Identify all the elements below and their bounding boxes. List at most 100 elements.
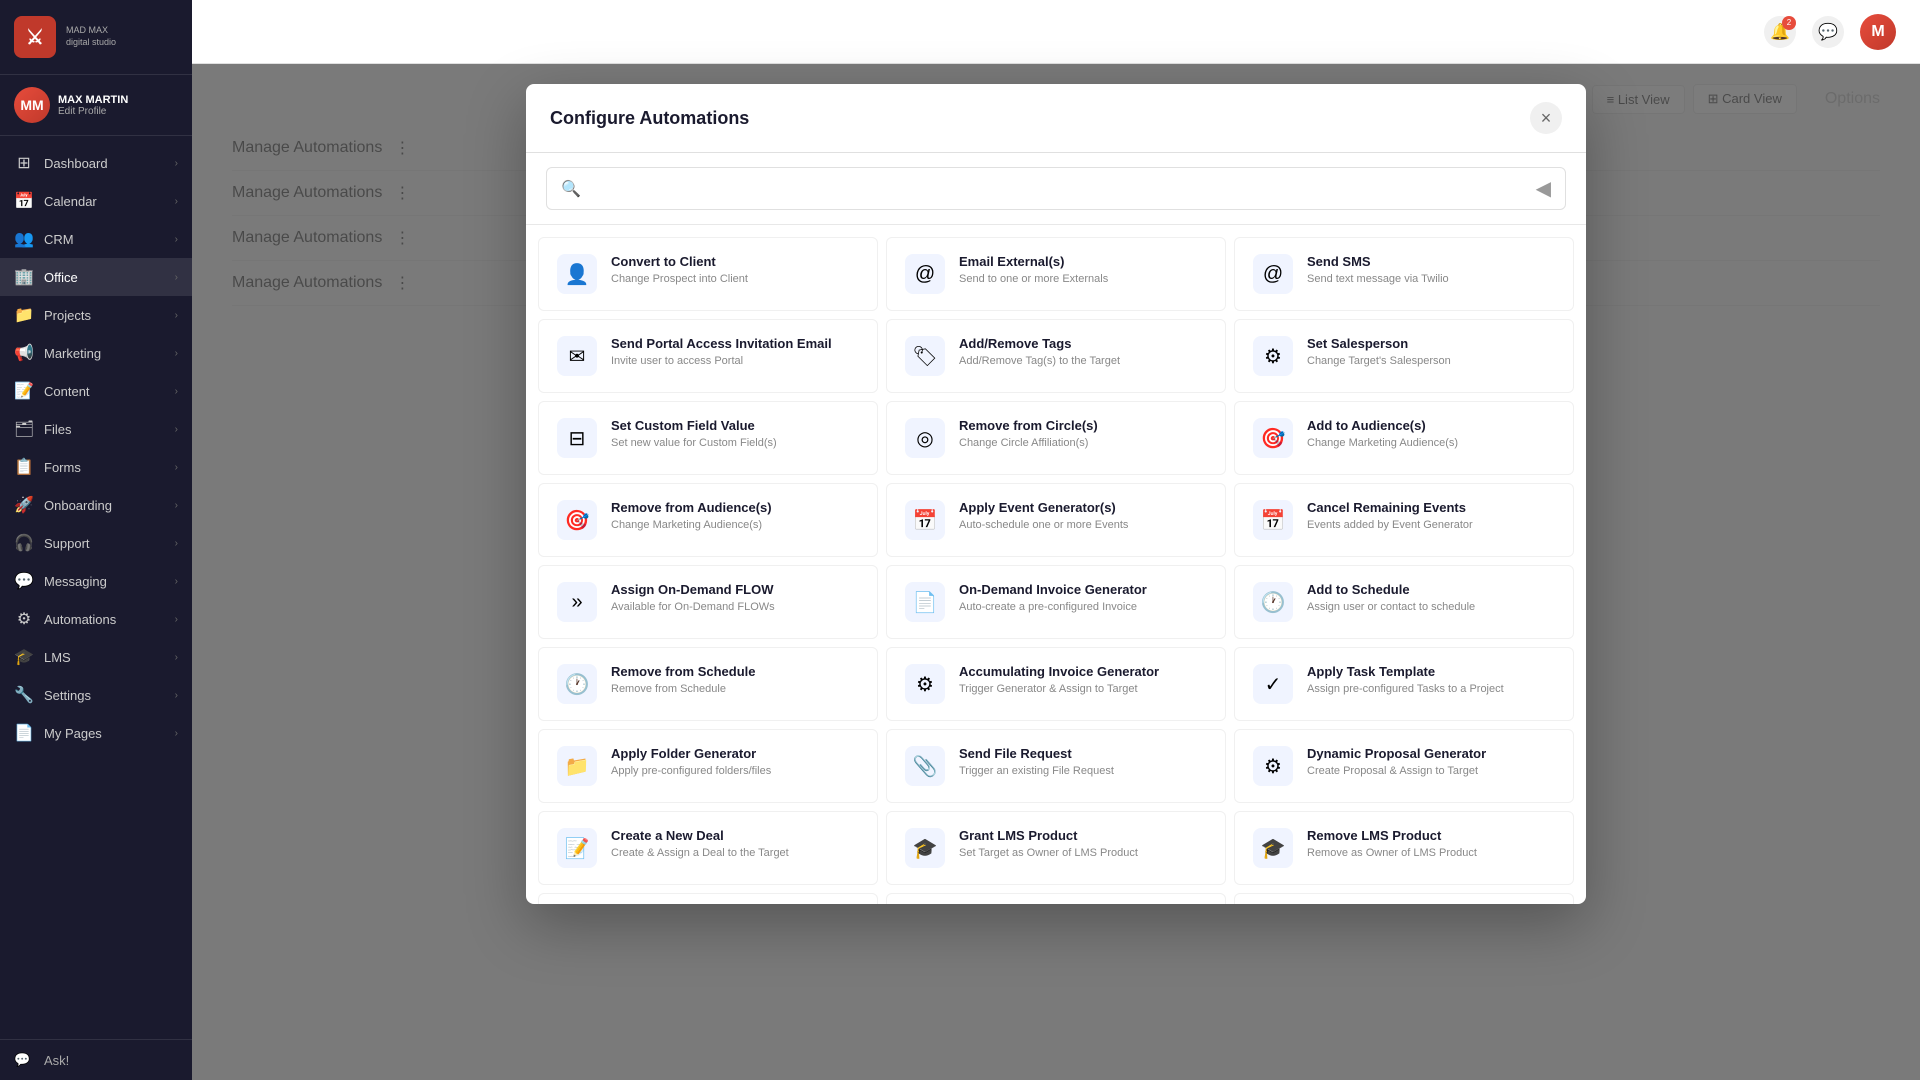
automation-card-add-to-schedule[interactable]: 🕐Add to ScheduleAssign user or contact t…	[1234, 565, 1574, 639]
automation-card-on-demand-invoice[interactable]: 📄On-Demand Invoice GeneratorAuto-create …	[886, 565, 1226, 639]
automation-card-assign-on-demand-flow[interactable]: »Assign On-Demand FLOWAvailable for On-D…	[538, 565, 878, 639]
automation-card-add-to-audiences[interactable]: 🎯Add to Audience(s)Change Marketing Audi…	[1234, 401, 1574, 475]
set-salesperson-description: Change Target's Salesperson	[1307, 354, 1451, 369]
automation-card-grant-lms-product[interactable]: 🎓Grant LMS ProductSet Target as Owner of…	[886, 811, 1226, 885]
add-to-schedule-title: Add to Schedule	[1307, 582, 1475, 597]
automations-grid: 👤Convert to ClientChange Prospect into C…	[526, 225, 1586, 904]
notification-button[interactable]: 🔔 2	[1764, 16, 1796, 48]
topbar: 🔔 2 💬 M	[192, 0, 1920, 64]
automation-card-add-remove-tags[interactable]: 🏷Add/Remove TagsAdd/Remove Tag(s) to the…	[886, 319, 1226, 393]
sidebar-item-office[interactable]: 🏢 Office ›	[0, 258, 192, 296]
automation-card-set-salesperson[interactable]: ⚙ Set Salesperson Change Target's Salesper…	[1234, 319, 1574, 393]
dynamic-proposal-title: Dynamic Proposal Generator	[1307, 746, 1486, 761]
add-to-schedule-description: Assign user or contact to schedule	[1307, 600, 1475, 615]
automations-label: Automations	[44, 612, 175, 627]
marketing-label: Marketing	[44, 346, 175, 361]
automation-card-email-externals[interactable]: @Email External(s)Send to one or more Ex…	[886, 237, 1226, 311]
automation-card-dynamic-proposal[interactable]: ⚙Dynamic Proposal GeneratorCreate Propos…	[1234, 729, 1574, 803]
dashboard-arrow: ›	[175, 158, 178, 169]
automation-card-send-sms[interactable]: @Send SMSSend text message via Twilio	[1234, 237, 1574, 311]
email-externals-text: Email External(s)Send to one or more Ext…	[959, 254, 1108, 287]
apply-event-generators-icon: 📅	[905, 500, 945, 540]
accumulating-invoice-title: Accumulating Invoice Generator	[959, 664, 1159, 679]
automation-card-webhook-notification[interactable]: ⚙Webhook NotificationFire a webhook to y…	[538, 893, 878, 904]
dynamic-proposal-icon: ⚙	[1253, 746, 1293, 786]
grant-lms-product-text: Grant LMS ProductSet Target as Owner of …	[959, 828, 1138, 861]
automation-card-cancel-remaining-events[interactable]: 📅Cancel Remaining EventsEvents added by …	[1234, 483, 1574, 557]
onboarding-label: Onboarding	[44, 498, 175, 513]
marketing-icon: 📢	[14, 343, 34, 363]
set-salesperson-title: Set Salesperson	[1307, 336, 1451, 351]
lms-icon: 🎓	[14, 647, 34, 667]
automation-card-send-file-request[interactable]: 📎Send File RequestTrigger an existing Fi…	[886, 729, 1226, 803]
user-avatar-topbar[interactable]: M	[1860, 14, 1896, 50]
remove-lms-product-description: Remove as Owner of LMS Product	[1307, 846, 1477, 861]
ask-button[interactable]: 💬 Ask!	[0, 1039, 192, 1080]
support-label: Support	[44, 536, 175, 551]
set-custom-field-description: Set new value for Custom Field(s)	[611, 436, 777, 451]
sidebar-item-crm[interactable]: 👥 CRM ›	[0, 220, 192, 258]
automation-card-remove-from-schedule[interactable]: 🕐Remove from ScheduleRemove from Schedul…	[538, 647, 878, 721]
send-portal-access-description: Invite user to access Portal	[611, 354, 832, 369]
grant-lms-product-title: Grant LMS Product	[959, 828, 1138, 843]
edit-profile-link[interactable]: Edit Profile	[58, 106, 128, 117]
projects-arrow: ›	[175, 310, 178, 321]
avatar: MM	[14, 87, 50, 123]
sidebar-item-projects[interactable]: 📁 Projects ›	[0, 296, 192, 334]
automation-card-accumulating-invoice[interactable]: ⚙Accumulating Invoice GeneratorTrigger G…	[886, 647, 1226, 721]
support-icon: 🎧	[14, 533, 34, 553]
apply-event-generators-title: Apply Event Generator(s)	[959, 500, 1128, 515]
automation-card-apply-event-generators[interactable]: 📅 Apply Event Generator(s) Auto-schedule o…	[886, 483, 1226, 557]
marketing-arrow: ›	[175, 348, 178, 359]
automation-card-remove-from-checklist[interactable]: ☑Remove from ChecklistRemove Target from…	[1234, 893, 1574, 904]
forms-label: Forms	[44, 460, 175, 475]
user-section[interactable]: MM MAX MARTIN Edit Profile	[0, 75, 192, 136]
automation-card-apply-task-template[interactable]: ✓Apply Task TemplateAssign pre-configure…	[1234, 647, 1574, 721]
sidebar-item-messaging[interactable]: 💬 Messaging ›	[0, 562, 192, 600]
remove-from-schedule-icon: 🕐	[557, 664, 597, 704]
add-to-schedule-text: Add to Schedule Assign user or contact to…	[1307, 582, 1475, 615]
set-custom-field-title: Set Custom Field Value	[611, 418, 777, 433]
sidebar-item-files[interactable]: 🗂 Files ›	[0, 410, 192, 448]
search-input[interactable]	[591, 181, 1526, 197]
sidebar-item-marketing[interactable]: 📢 Marketing ›	[0, 334, 192, 372]
convert-to-client-title: Convert to Client	[611, 254, 748, 269]
send-sms-text: Send SMSSend text message via Twilio	[1307, 254, 1449, 287]
sidebar-item-forms[interactable]: 📋 Forms ›	[0, 448, 192, 486]
on-demand-invoice-title: On-Demand Invoice Generator	[959, 582, 1147, 597]
create-new-deal-title: Create a New Deal	[611, 828, 789, 843]
sidebar-item-lms[interactable]: 🎓 LMS ›	[0, 638, 192, 676]
apply-event-generators-description: Auto-schedule one or more Events	[959, 518, 1128, 533]
automation-card-set-custom-field[interactable]: ⊟Set Custom Field ValueSet new value for…	[538, 401, 878, 475]
automation-card-remove-from-audiences[interactable]: 🎯Remove from Audience(s)Change Marketing…	[538, 483, 878, 557]
automation-card-add-to-checklists[interactable]: ☑Add to ChecklistsAssign Target to Check…	[886, 893, 1226, 904]
sidebar-item-onboarding[interactable]: 🚀 Onboarding ›	[0, 486, 192, 524]
add-to-audiences-title: Add to Audience(s)	[1307, 418, 1458, 433]
automation-card-send-portal-access[interactable]: ✉Send Portal Access Invitation EmailInvi…	[538, 319, 878, 393]
automation-card-apply-folder-generator[interactable]: 📁Apply Folder GeneratorApply pre-configu…	[538, 729, 878, 803]
back-button[interactable]: ◀	[1536, 176, 1551, 201]
add-remove-tags-description: Add/Remove Tag(s) to the Target	[959, 354, 1120, 369]
sidebar-item-support[interactable]: 🎧 Support ›	[0, 524, 192, 562]
send-portal-access-icon: ✉	[557, 336, 597, 376]
automation-card-remove-lms-product[interactable]: 🎓Remove LMS ProductRemove as Owner of LM…	[1234, 811, 1574, 885]
message-button[interactable]: 💬	[1812, 16, 1844, 48]
sidebar-item-dashboard[interactable]: ⊞ Dashboard ›	[0, 144, 192, 182]
assign-on-demand-flow-text: Assign On-Demand FLOWAvailable for On-De…	[611, 582, 775, 615]
modal-close-button[interactable]: ×	[1530, 102, 1562, 134]
apply-folder-generator-title: Apply Folder Generator	[611, 746, 771, 761]
automation-card-remove-from-circles[interactable]: ◎Remove from Circle(s)Change Circle Affi…	[886, 401, 1226, 475]
calendar-label: Calendar	[44, 194, 175, 209]
set-salesperson-icon: ⚙	[1253, 336, 1293, 376]
sidebar-item-automations[interactable]: ⚙ Automations ›	[0, 600, 192, 638]
automation-card-convert-to-client[interactable]: 👤Convert to ClientChange Prospect into C…	[538, 237, 878, 311]
automations-icon: ⚙	[14, 609, 34, 629]
office-arrow: ›	[175, 272, 178, 283]
sidebar-item-calendar[interactable]: 📅 Calendar ›	[0, 182, 192, 220]
automation-card-create-new-deal[interactable]: 📝Create a New DealCreate & Assign a Deal…	[538, 811, 878, 885]
lms-label: LMS	[44, 650, 175, 665]
sidebar-item-my-pages[interactable]: 📄 My Pages ›	[0, 714, 192, 752]
apply-task-template-title: Apply Task Template	[1307, 664, 1504, 679]
sidebar-item-content[interactable]: 📝 Content ›	[0, 372, 192, 410]
sidebar-item-settings[interactable]: 🔧 Settings ›	[0, 676, 192, 714]
